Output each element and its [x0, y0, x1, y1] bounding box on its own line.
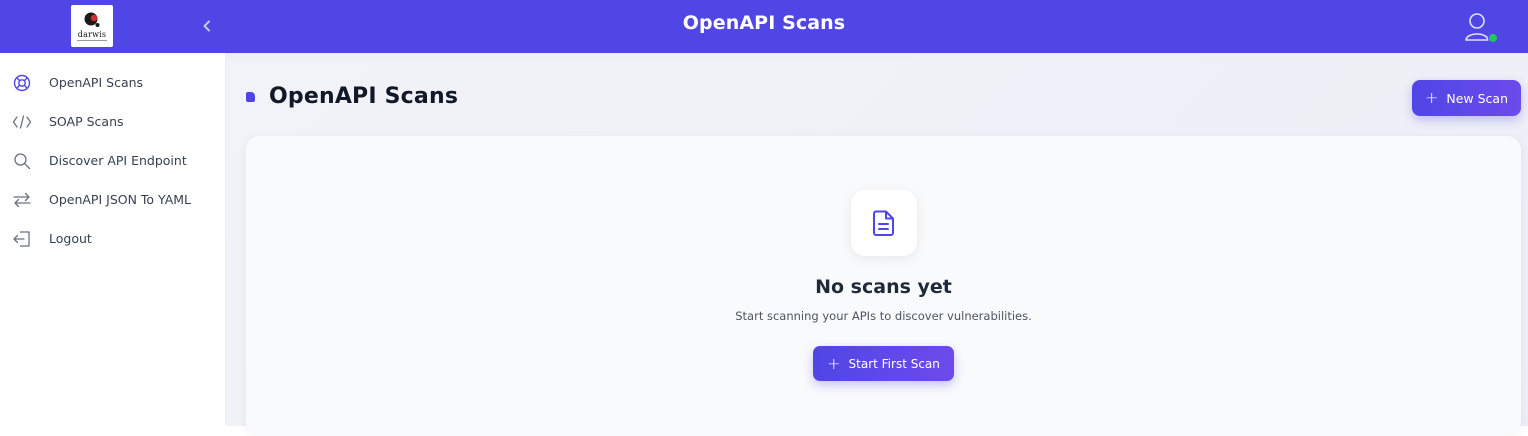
lifebuoy-icon: [12, 73, 32, 93]
document-icon: [873, 210, 894, 236]
start-first-scan-label: Start First Scan: [848, 356, 940, 371]
sidebar: OpenAPI Scans SOAP Scans Discover API En…: [0, 53, 226, 426]
sidebar-item-openapi-scans[interactable]: OpenAPI Scans: [0, 63, 225, 102]
plus-icon: +: [1424, 88, 1439, 107]
sidebar-item-label: OpenAPI JSON To YAML: [49, 192, 192, 207]
arrows-swap-icon: [12, 190, 32, 210]
logo-tagline-line: [77, 40, 107, 41]
page-title-icon: [246, 91, 255, 102]
sidebar-item-label: Logout: [49, 231, 92, 246]
page-title: OpenAPI Scans: [269, 84, 459, 109]
plus-icon: +: [827, 353, 841, 373]
top-bar: darwis OpenAPI Scans: [0, 0, 1528, 53]
user-menu-button[interactable]: [1464, 11, 1500, 45]
search-icon: [12, 151, 32, 171]
empty-state-icon-box: [851, 190, 917, 256]
main-content: OpenAPI Scans + New Scan No scans yet St…: [226, 53, 1528, 436]
new-scan-label: New Scan: [1446, 90, 1509, 106]
sidebar-item-discover-api-endpoint[interactable]: Discover API Endpoint: [0, 141, 225, 180]
online-status-dot: [1488, 33, 1498, 43]
sidebar-item-openapi-json-to-yaml[interactable]: OpenAPI JSON To YAML: [0, 180, 225, 219]
logout-icon: [12, 229, 32, 249]
page-header: OpenAPI Scans: [246, 84, 458, 109]
sidebar-item-logout[interactable]: Logout: [0, 219, 225, 258]
header-title: OpenAPI Scans: [682, 12, 846, 34]
code-icon: [12, 112, 32, 132]
sidebar-item-label: OpenAPI Scans: [49, 75, 144, 90]
new-scan-button[interactable]: + New Scan: [1412, 80, 1521, 116]
sidebar-item-soap-scans[interactable]: SOAP Scans: [0, 102, 225, 141]
empty-state-subtitle: Start scanning your APIs to discover vul…: [735, 309, 1032, 323]
start-first-scan-button[interactable]: + Start First Scan: [813, 346, 954, 381]
sidebar-item-label: Discover API Endpoint: [49, 153, 187, 168]
empty-state-title: No scans yet: [815, 276, 952, 298]
scans-card: No scans yet Start scanning your APIs to…: [246, 136, 1521, 436]
sidebar-item-label: SOAP Scans: [49, 114, 124, 129]
